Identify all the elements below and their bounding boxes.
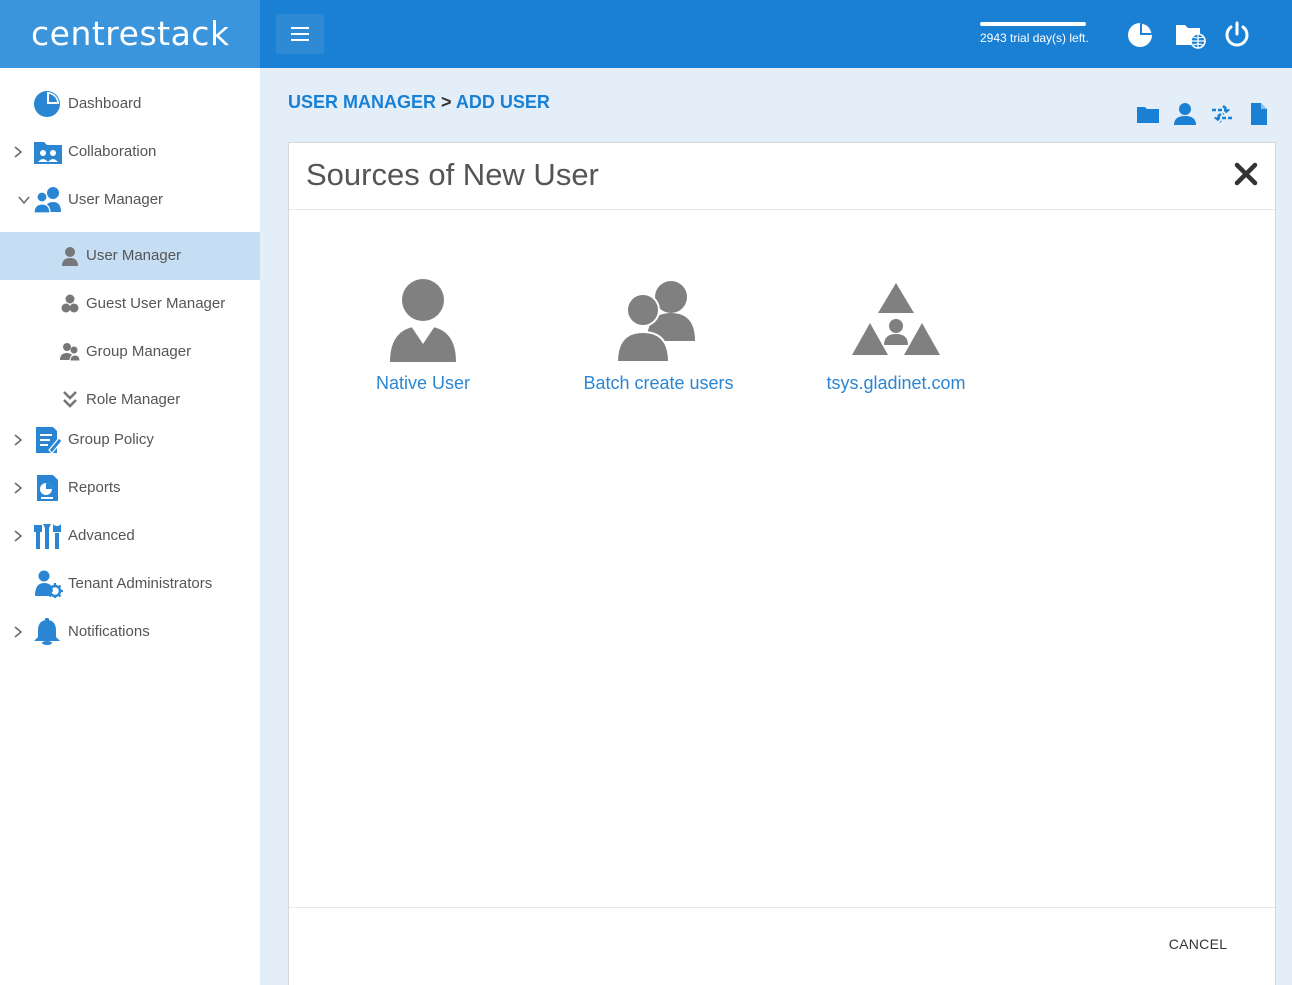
cancel-button[interactable]: CANCEL: [1153, 929, 1243, 959]
trial-indicator: 2943 trial day(s) left.: [980, 22, 1092, 45]
sidebar-item-label: Collaboration: [68, 143, 157, 160]
group-icon: [60, 343, 80, 362]
source-label[interactable]: tsys.gladinet.com: [825, 373, 967, 394]
sidebar-item-dashboard[interactable]: Dashboard: [0, 80, 260, 128]
close-icon[interactable]: [1233, 161, 1259, 187]
sidebar-item-tenant-administrators[interactable]: Tenant Administrators: [0, 560, 260, 608]
advanced-tools-icon: [34, 524, 61, 549]
source-label[interactable]: Batch create users: [581, 373, 736, 394]
chevron-right-icon[interactable]: [12, 625, 24, 639]
source-batch-create-users[interactable]: Batch create users: [581, 273, 736, 394]
chevron-right-icon[interactable]: [12, 529, 24, 543]
sidebar-subitem-user-manager[interactable]: User Manager: [0, 232, 260, 280]
tenant-admin-icon: [35, 570, 63, 598]
trial-text: 2943 trial day(s) left.: [980, 31, 1089, 45]
sidebar-item-collaboration[interactable]: Collaboration: [0, 128, 260, 176]
trial-progress-bar: [980, 22, 1086, 26]
bell-icon: [34, 618, 60, 645]
chevron-right-icon[interactable]: [12, 433, 24, 447]
top-bar: centrestack 2943 trial day(s) left.: [0, 0, 1292, 68]
chevron-down-icon[interactable]: [18, 193, 30, 207]
user-icon: [62, 247, 78, 266]
sidebar-subitem-group-manager[interactable]: Group Manager: [0, 328, 260, 376]
group-policy-icon: [36, 427, 63, 454]
document-icon[interactable]: [1247, 102, 1271, 126]
sidebar-item-label: Advanced: [68, 527, 135, 544]
breadcrumb-user-manager[interactable]: USER MANAGER: [288, 92, 436, 112]
users-icon: [33, 187, 61, 214]
folder-globe-icon[interactable]: [1174, 20, 1208, 50]
sidebar: Dashboard Collaboration User Manager Use…: [0, 68, 260, 985]
source-label[interactable]: Native User: [373, 373, 473, 394]
chevron-right-icon[interactable]: [12, 145, 24, 159]
source-native-user[interactable]: Native User: [373, 273, 473, 394]
logo-area: centrestack: [0, 0, 260, 68]
breadcrumb: USER MANAGER > ADD USER: [288, 92, 550, 113]
breadcrumb-add-user: ADD USER: [455, 92, 550, 112]
sidebar-item-label: Tenant Administrators: [68, 575, 213, 592]
dashboard-pie-icon[interactable]: [1126, 20, 1156, 50]
user-icon[interactable]: [1173, 102, 1197, 126]
sidebar-item-notifications[interactable]: Notifications: [0, 608, 260, 656]
sidebar-item-group-policy[interactable]: Group Policy: [0, 416, 260, 464]
domain-triangles-icon[interactable]: [846, 273, 946, 363]
sidebar-item-label: Group Manager: [86, 343, 192, 360]
role-chevrons-icon: [63, 391, 77, 408]
dialog-header-divider: [289, 209, 1275, 210]
native-user-icon[interactable]: [373, 273, 473, 363]
reports-icon: [37, 475, 58, 501]
dialog-title: Sources of New User: [306, 157, 599, 192]
sidebar-item-label: Dashboard: [68, 95, 142, 112]
dialog-footer-divider: [289, 907, 1275, 908]
sidebar-item-reports[interactable]: Reports: [0, 464, 260, 512]
sidebar-item-user-manager[interactable]: User Manager: [0, 176, 260, 224]
guest-user-icon: [61, 294, 79, 313]
source-domain[interactable]: tsys.gladinet.com: [825, 273, 967, 394]
sidebar-subitem-guest-user-manager[interactable]: Guest User Manager: [0, 280, 260, 328]
sources-dialog: Sources of New User Native User Batch cr…: [288, 142, 1276, 985]
menu-toggle-button[interactable]: [276, 14, 324, 54]
chevron-right-icon[interactable]: [12, 481, 24, 495]
logo[interactable]: centrestack: [31, 14, 230, 53]
dashboard-pie-icon: [34, 91, 60, 117]
transfer-arrows-icon[interactable]: [1210, 102, 1234, 126]
breadcrumb-separator: >: [436, 92, 456, 112]
power-icon[interactable]: [1222, 20, 1252, 50]
sidebar-item-label: Reports: [68, 479, 121, 496]
sidebar-item-label: User Manager: [68, 191, 164, 208]
sidebar-item-label: Notifications: [68, 623, 150, 640]
batch-users-icon[interactable]: [609, 273, 709, 363]
folder-icon[interactable]: [1136, 102, 1160, 126]
sidebar-item-label: User Manager: [86, 247, 182, 264]
sidebar-item-label: Group Policy: [68, 431, 154, 448]
sidebar-item-label: Guest User Manager: [86, 295, 226, 312]
sidebar-item-label: Role Manager: [86, 391, 181, 408]
sidebar-item-advanced[interactable]: Advanced: [0, 512, 260, 560]
collaboration-folder-icon: [34, 142, 62, 164]
